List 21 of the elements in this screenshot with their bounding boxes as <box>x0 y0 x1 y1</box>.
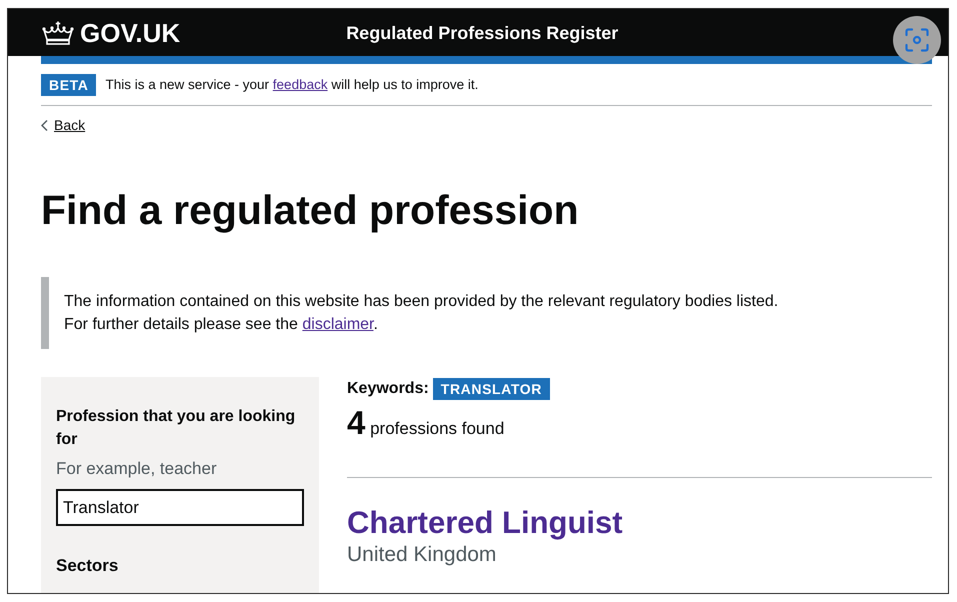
sectors-heading: Sectors <box>56 555 120 577</box>
results-count: 4 professions found <box>347 405 504 443</box>
keyword-tag: TRANSLATOR <box>432 378 550 400</box>
govuk-logo-link[interactable]: GOV.UK <box>41 20 180 46</box>
service-name-link[interactable]: Regulated Professions Register <box>346 24 618 42</box>
chevron-left-icon <box>41 120 48 130</box>
profession-hint: For example, teacher <box>56 458 218 480</box>
keywords-label: Keywords: <box>347 379 429 399</box>
viewfinder-icon <box>905 28 929 52</box>
profession-location: United Kingdom <box>347 542 496 568</box>
feedback-link[interactable]: feedback <box>272 77 328 92</box>
inset-text: The information contained on this website has been provided by the relevant regulatory bodies listed. For further details please see the disclaimer. <box>64 292 780 335</box>
back-link[interactable]: Back <box>41 115 86 135</box>
crown-icon <box>41 20 75 44</box>
beta-tag: BETA <box>41 74 96 96</box>
profession-link[interactable]: Chartered Linguist <box>347 505 623 541</box>
disclaimer-link[interactable]: disclaimer <box>302 316 374 333</box>
profession-input[interactable]: Translator <box>56 489 304 526</box>
page-title: Find a regulated profession <box>41 187 580 233</box>
profession-label: Profession that you are looking for <box>56 407 296 450</box>
phase-banner-text: This is a new service - your feedback will help us to improve it. <box>105 76 478 94</box>
